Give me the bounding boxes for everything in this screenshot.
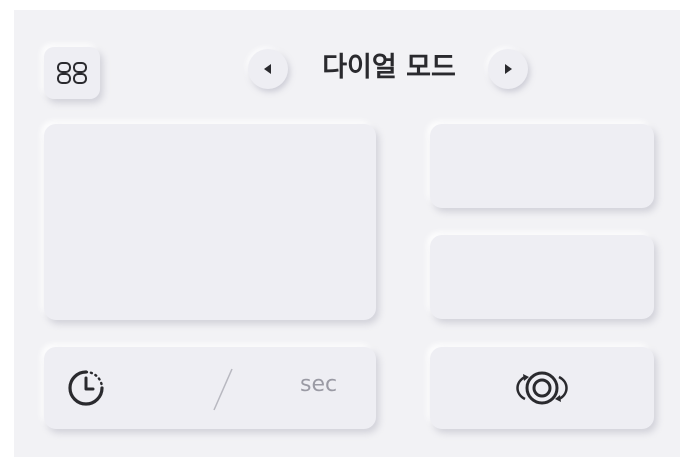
grid-icon: [57, 62, 87, 84]
option-card-middle[interactable]: [430, 235, 654, 319]
prev-mode-button[interactable]: [248, 49, 288, 89]
timer-icon: [68, 370, 104, 406]
next-mode-button[interactable]: [488, 49, 528, 89]
page-title: 다이얼 모드: [322, 52, 456, 83]
rotate-camera-icon: [516, 371, 568, 405]
dial-area[interactable]: [44, 124, 376, 320]
triangle-right-icon: [505, 64, 512, 74]
option-card-top[interactable]: [430, 124, 654, 208]
timer-unit: sec: [300, 372, 338, 397]
menu-button[interactable]: [44, 47, 100, 99]
divider-slash: [213, 368, 233, 411]
triangle-left-icon: [264, 64, 271, 74]
